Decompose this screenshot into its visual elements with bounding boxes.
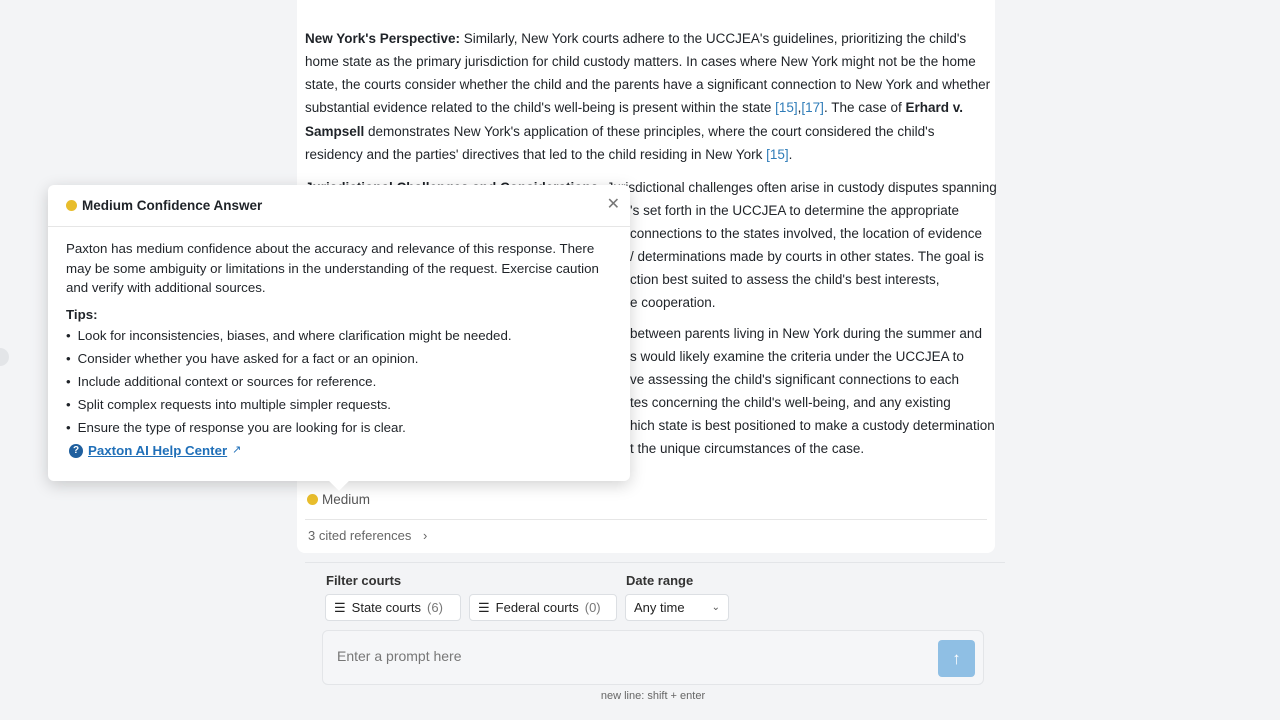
tip-item: Look for inconsistencies, biases, and wh… — [66, 324, 612, 347]
answer-line: hich state is best positioned to make a … — [630, 418, 995, 433]
answer-line: home state as the primary jurisdiction f… — [305, 54, 976, 69]
answer-line: 's set forth in the UCCJEA to determine … — [630, 203, 959, 218]
citation-link[interactable]: [15] — [775, 100, 798, 115]
answer-line: substantial evidence related to the chil… — [305, 100, 964, 115]
prompt-input[interactable] — [337, 648, 917, 664]
tips-label: Tips: — [66, 306, 98, 322]
external-link-icon: ↗ — [232, 444, 242, 456]
close-icon[interactable]: ✕ — [607, 194, 620, 214]
send-button[interactable]: ↑ — [938, 640, 975, 677]
filter-courts-label: Filter courts — [326, 573, 402, 588]
answer-line: residency and the parties' directives th… — [305, 147, 793, 162]
confidence-label: Medium — [322, 492, 371, 507]
state-courts-filter[interactable]: ☰ State courts (6) — [325, 594, 461, 621]
answer-line: Sampsell demonstrates New York's applica… — [305, 124, 935, 139]
answer-line: / determinations made by courts in other… — [630, 249, 984, 264]
answer-line: state, the courts consider whether the c… — [305, 77, 991, 92]
date-range-label: Date range — [626, 573, 694, 588]
confidence-badge[interactable]: Medium — [307, 492, 370, 507]
help-center-link[interactable]: Paxton AI Help Center — [88, 441, 227, 461]
confidence-dot-icon — [66, 200, 77, 211]
chevron-right-icon: › — [422, 528, 428, 543]
answer-line: New York's Perspective: Similarly, New Y… — [305, 31, 967, 46]
sidebar-toggle[interactable] — [0, 348, 9, 366]
filter-icon: ☰ — [334, 599, 346, 615]
date-range-select[interactable]: Any time ⌄ — [625, 594, 729, 621]
arrow-up-icon: ↑ — [952, 648, 961, 668]
tip-item: Consider whether you have asked for a fa… — [66, 347, 612, 370]
divider — [305, 519, 987, 520]
answer-line: connections to the states involved, the … — [630, 226, 982, 241]
tip-item: Split complex requests into multiple sim… — [66, 393, 612, 416]
cited-references-button[interactable]: 3 cited references › — [308, 528, 427, 543]
tip-item: Ensure the type of response you are look… — [66, 416, 612, 439]
filter-icon: ☰ — [478, 599, 490, 615]
help-icon: ? — [69, 443, 83, 458]
answer-line: tes concerning the child's well-being, a… — [630, 395, 951, 410]
answer-line: s would likely examine the criteria unde… — [630, 349, 964, 364]
popover-header: Medium Confidence Answer — [48, 185, 630, 227]
answer-line: ve assessing the child's significant con… — [630, 372, 960, 387]
confidence-dot-icon — [307, 494, 318, 505]
popover-description: Paxton has medium confidence about the a… — [66, 241, 599, 295]
citation-link[interactable]: [17] — [801, 100, 824, 115]
tip-item: Include additional context or sources fo… — [66, 370, 612, 393]
input-hint: new line: shift + enter — [600, 690, 706, 702]
answer-line: ction best suited to assess the child's … — [630, 272, 940, 287]
chevron-down-icon: ⌄ — [711, 602, 720, 613]
popover-title: Medium Confidence Answer — [82, 198, 263, 213]
answer-line: e cooperation. — [630, 295, 716, 310]
divider — [305, 562, 1005, 563]
prompt-box: ↑ — [322, 630, 984, 685]
answer-line: t the unique circumstances of the case. — [630, 441, 865, 456]
citation-link[interactable]: [15] — [766, 147, 789, 162]
federal-courts-filter[interactable]: ☰ Federal courts (0) — [469, 594, 617, 621]
answer-line: between parents living in New York durin… — [630, 326, 982, 341]
confidence-popover: Medium Confidence Answer ✕ Paxton has me… — [48, 185, 630, 491]
